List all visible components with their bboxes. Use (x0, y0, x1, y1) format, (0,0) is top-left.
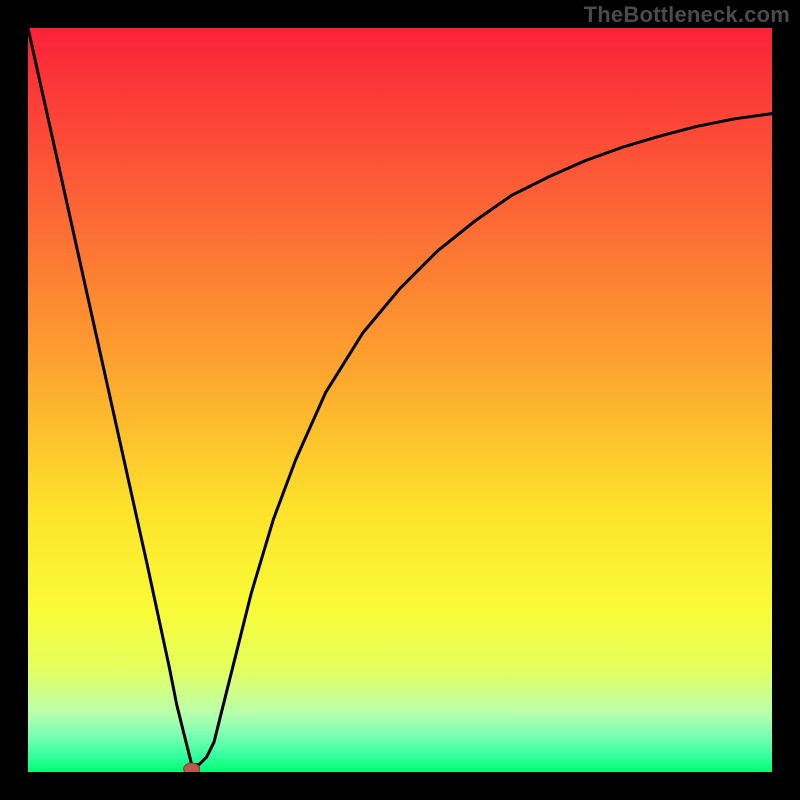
chart-frame: TheBottleneck.com (0, 0, 800, 800)
gradient-background (28, 28, 772, 772)
minimum-marker-dot (184, 763, 200, 772)
bottleneck-chart (28, 28, 772, 772)
watermark-text: TheBottleneck.com (584, 2, 790, 28)
